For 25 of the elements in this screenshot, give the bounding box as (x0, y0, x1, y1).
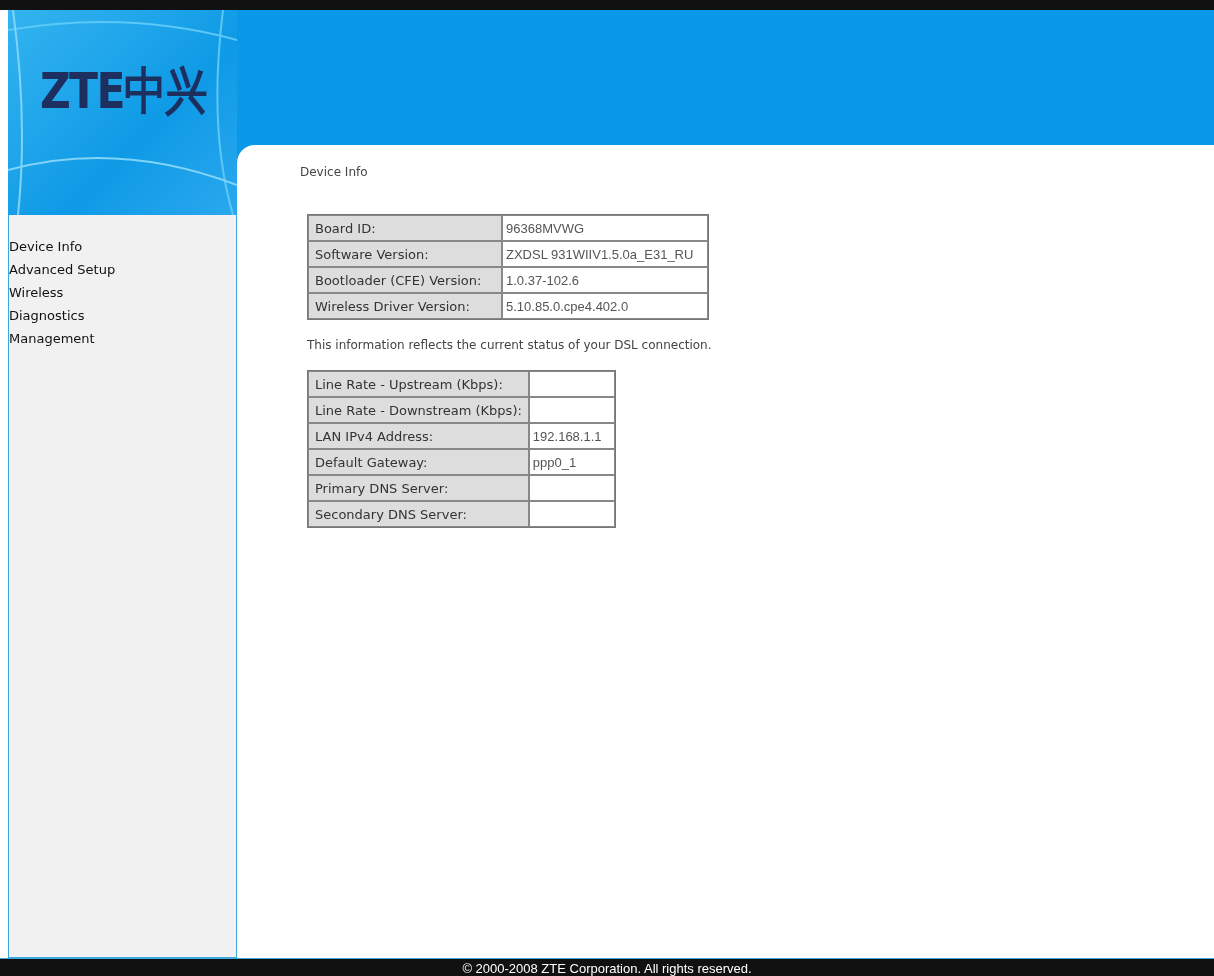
sidebar-item[interactable]: Advanced Setup (9, 258, 116, 281)
copyright-text: © 2000-2008 ZTE Corporation. All rights reserved. (462, 961, 752, 976)
page-title: Device Info (300, 165, 368, 179)
status-note: This information reflects the current status of your DSL connection. (307, 338, 712, 352)
logo: ZTE中兴 (40, 61, 206, 122)
label-cell: Bootloader (CFE) Version: (308, 267, 502, 293)
sidebar-item[interactable]: Diagnostics (9, 304, 85, 327)
sidebar-item[interactable]: Management (9, 327, 95, 350)
label-cell: Software Version: (308, 241, 502, 267)
value-cell: 1.0.37-102.6 (502, 267, 708, 293)
label-cell: Line Rate - Downstream (Kbps): (308, 397, 529, 423)
label-cell: Secondary DNS Server: (308, 501, 529, 527)
label-cell: Primary DNS Server: (308, 475, 529, 501)
label-cell: LAN IPv4 Address: (308, 423, 529, 449)
sidebar-item[interactable]: Device Info (9, 235, 83, 258)
value-cell: 96368MVWG (502, 215, 708, 241)
label-cell: Board ID: (308, 215, 502, 241)
label-cell: Default Gateway: (308, 449, 529, 475)
value-cell: 192.168.1.1 (528, 423, 615, 449)
sidebar-item[interactable]: Wireless (9, 281, 64, 304)
value-cell: 5.10.85.0.cpe4.402.0 (502, 293, 708, 319)
value-cell: ppp0_1 (528, 449, 615, 475)
value-cell: ZXDSL 931WIIV1.5.0a_E31_RU (502, 241, 708, 267)
label-cell: Line Rate - Upstream (Kbps): (308, 371, 529, 397)
label-cell: Wireless Driver Version: (308, 293, 502, 319)
